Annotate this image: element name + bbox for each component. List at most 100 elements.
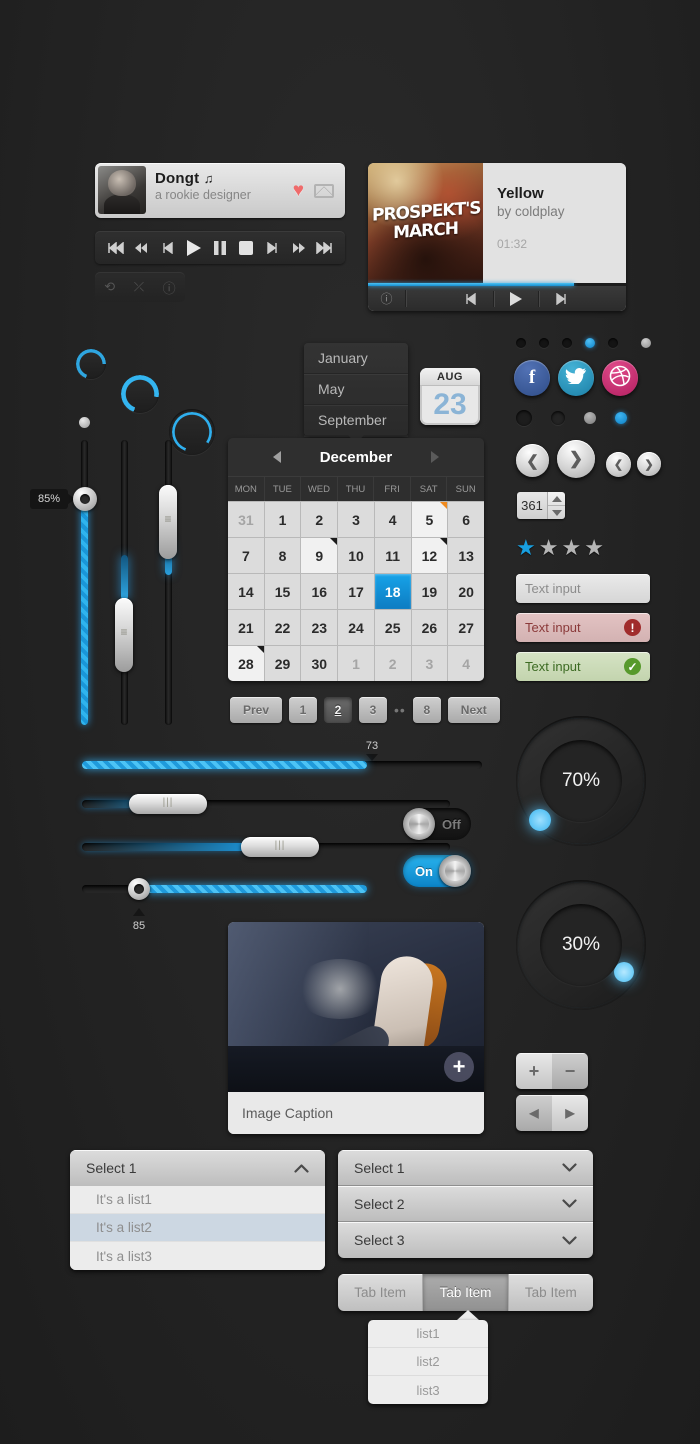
calendar-day-4[interactable]: 4 (448, 646, 484, 681)
select-option-1[interactable]: It's a list1 (70, 1186, 325, 1214)
stop-icon[interactable] (235, 237, 257, 259)
toggle-off[interactable]: Off (403, 808, 471, 840)
vertical-slider-1-knob[interactable] (73, 487, 97, 511)
calendar-day-21[interactable]: 21 (228, 610, 264, 645)
chevron-left-icon[interactable] (273, 451, 281, 463)
calendar-day-1[interactable]: 1 (264, 502, 301, 537)
fast-forward-icon[interactable] (287, 237, 309, 259)
star-3[interactable]: ★ (561, 537, 581, 559)
mail-icon[interactable] (314, 183, 334, 198)
vertical-slider-2-knob[interactable] (115, 598, 133, 672)
select-stack-item-3[interactable]: Select 3 (338, 1222, 593, 1258)
select-stack-item-2[interactable]: Select 2 (338, 1186, 593, 1222)
calendar-day-31[interactable]: 31 (228, 502, 264, 537)
calendar-day-15[interactable]: 15 (264, 574, 301, 609)
social-dribbble[interactable] (602, 360, 638, 396)
nav-next-small[interactable]: ❯ (637, 452, 661, 476)
rewind-icon[interactable] (131, 237, 153, 259)
calendar-day-18[interactable]: 18 (374, 574, 411, 609)
heart-icon[interactable]: ♥ (293, 181, 304, 200)
pagination-page-last[interactable]: 8 (412, 697, 441, 723)
arrow-right-button[interactable]: ▶ (552, 1095, 588, 1131)
prev-track-icon[interactable] (157, 237, 179, 259)
calendar-day-22[interactable]: 22 (264, 610, 301, 645)
calendar-day-5[interactable]: 5 (411, 502, 448, 537)
pause-icon[interactable] (209, 237, 231, 259)
calendar-day-13[interactable]: 13 (448, 538, 484, 573)
dot-5[interactable] (608, 338, 618, 348)
skip-end-icon[interactable] (313, 237, 335, 259)
calendar-day-4[interactable]: 4 (374, 502, 411, 537)
dot-1[interactable] (516, 338, 526, 348)
calendar-day-29[interactable]: 29 (264, 646, 301, 681)
calendar-day-16[interactable]: 16 (301, 574, 338, 609)
prev-track-icon[interactable] (449, 292, 493, 305)
star-2[interactable]: ★ (539, 537, 559, 559)
text-input-error[interactable]: Text input ! (516, 613, 650, 642)
calendar-day-6[interactable]: 6 (448, 502, 484, 537)
calendar-day-11[interactable]: 11 (374, 538, 411, 573)
calendar-day-24[interactable]: 24 (338, 610, 374, 645)
nav-prev-small[interactable]: ❮ (606, 452, 631, 477)
pagination-page-3[interactable]: 3 (359, 697, 387, 723)
calendar-day-25[interactable]: 25 (374, 610, 411, 645)
dot-4-active[interactable] (585, 338, 595, 348)
month-item-may[interactable]: May (304, 374, 408, 405)
tab-dropdown-item-1[interactable]: list1 (368, 1320, 488, 1348)
pagination-page-1[interactable]: 1 (289, 697, 317, 723)
chevron-down-icon[interactable] (562, 1196, 577, 1211)
calendar-day-9[interactable]: 9 (301, 538, 338, 573)
select-option-2[interactable]: It's a list2 (70, 1214, 325, 1242)
pagination-prev[interactable]: Prev (230, 697, 282, 723)
spinner-value[interactable]: 361 (517, 492, 547, 519)
pagination-next[interactable]: Next (447, 697, 500, 723)
chevron-up-icon[interactable] (294, 1161, 309, 1176)
shuffle-icon[interactable]: ⤫ (134, 279, 144, 295)
tab-item-1[interactable]: Tab Item (338, 1274, 424, 1311)
vertical-slider-3-knob[interactable] (159, 485, 177, 559)
dot-b3[interactable] (584, 412, 596, 424)
tab-item-2[interactable]: Tab Item (423, 1274, 509, 1311)
info-icon[interactable]: ⓘ (163, 278, 176, 297)
next-track-icon[interactable] (261, 237, 283, 259)
toggle-on-knob[interactable] (439, 855, 471, 887)
dot-2[interactable] (539, 338, 549, 348)
month-item-january[interactable]: January (304, 343, 408, 374)
h-slider-4-knob[interactable] (128, 878, 150, 900)
social-facebook[interactable]: f (514, 360, 550, 396)
select-stack-item-1[interactable]: Select 1 (338, 1150, 593, 1186)
select-open-header[interactable]: Select 1 (70, 1150, 325, 1186)
calendar-day-23[interactable]: 23 (301, 610, 338, 645)
tab-dropdown-item-3[interactable]: list3 (368, 1376, 488, 1404)
dot-b2[interactable] (551, 411, 565, 425)
text-input-success[interactable]: Text input ✓ (516, 652, 650, 681)
month-item-september[interactable]: September (304, 405, 408, 436)
chevron-down-icon[interactable] (562, 1233, 577, 1248)
skip-start-icon[interactable] (105, 237, 127, 259)
calendar-day-12[interactable]: 12 (411, 538, 448, 573)
calendar-day-2[interactable]: 2 (374, 646, 411, 681)
dot-3[interactable] (562, 338, 572, 348)
arrow-left-button[interactable]: ◀ (516, 1095, 552, 1131)
tab-item-3[interactable]: Tab Item (508, 1274, 593, 1311)
calendar-day-3[interactable]: 3 (411, 646, 448, 681)
star-4[interactable]: ★ (584, 537, 604, 559)
h-slider-2-knob[interactable] (129, 794, 207, 814)
slider-handle-dot[interactable] (79, 417, 90, 428)
dot-6-light[interactable] (641, 338, 651, 348)
caret-down-icon[interactable] (548, 505, 565, 519)
info-icon[interactable]: ⓘ (368, 290, 406, 307)
dot-b1[interactable] (516, 410, 532, 426)
chevron-down-icon[interactable] (562, 1160, 577, 1175)
minus-button[interactable]: − (552, 1053, 588, 1089)
calendar-day-7[interactable]: 7 (228, 538, 264, 573)
calendar-day-10[interactable]: 10 (338, 538, 374, 573)
calendar-day-17[interactable]: 17 (338, 574, 374, 609)
play-icon[interactable] (494, 291, 538, 307)
select-option-3[interactable]: It's a list3 (70, 1242, 325, 1270)
album-seek-bar[interactable] (368, 283, 626, 286)
repeat-icon[interactable]: ⟲ (104, 279, 115, 295)
calendar-day-30[interactable]: 30 (301, 646, 338, 681)
toggle-on[interactable]: On (403, 855, 471, 887)
dot-b4-active[interactable] (615, 412, 627, 424)
